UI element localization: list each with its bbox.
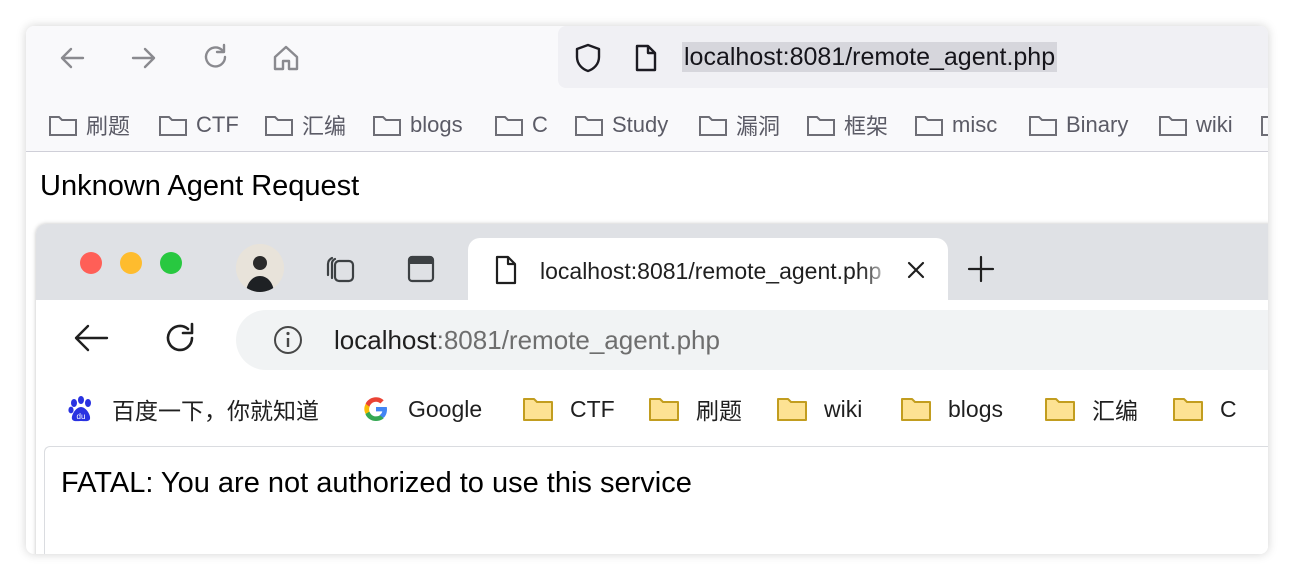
bookmark-folder[interactable]: blogs xyxy=(900,392,1003,426)
outer-bookmark-label: blogs xyxy=(410,112,463,137)
folder-icon xyxy=(495,116,523,136)
page-icon xyxy=(494,254,518,291)
outer-bookmark-item[interactable]: 漏洞 xyxy=(698,108,780,142)
error-message: FATAL: You are not authorized to use thi… xyxy=(61,467,692,499)
back-icon[interactable] xyxy=(54,40,90,76)
folder-icon xyxy=(1173,398,1203,421)
url-host: localhost xyxy=(334,325,437,355)
outer-bookmark-label: misc xyxy=(952,112,998,137)
bookmark-label: Google xyxy=(408,395,483,422)
forward-icon[interactable] xyxy=(126,40,162,76)
inner-toolbar: localhost:8081/remote_agent.php xyxy=(36,300,1268,374)
sidebar-icon[interactable] xyxy=(398,246,444,292)
folder-icon xyxy=(915,116,943,136)
embedded-browser-screenshot: localhost:8081/remote_agent.php localhos xyxy=(36,224,1268,554)
bookmark-label: 刷题 xyxy=(696,398,742,424)
bookmark-label: CTF xyxy=(570,395,615,422)
inner-page-content: FATAL: You are not authorized to use thi… xyxy=(44,446,1268,554)
avatar[interactable] xyxy=(236,244,284,292)
svg-text:du: du xyxy=(77,412,86,421)
outer-bookmark-label: 刷题 xyxy=(86,114,131,139)
folder-icon xyxy=(1029,116,1057,136)
maximize-window-button[interactable] xyxy=(160,252,182,274)
outer-url-bar[interactable]: localhost:8081/remote_agent.php xyxy=(558,26,1268,88)
outer-bookmark-label: Binary xyxy=(1066,112,1129,137)
outer-bookmark-item[interactable]: 框架 xyxy=(806,108,888,142)
bookmark-folder[interactable]: CTF xyxy=(522,392,615,426)
folder-icon xyxy=(1045,398,1075,421)
folder-icon xyxy=(523,398,553,421)
outer-bookmark-label: Study xyxy=(612,112,669,137)
baidu-icon: du xyxy=(68,396,91,422)
inner-omnibox[interactable]: localhost:8081/remote_agent.php xyxy=(236,310,1268,370)
close-window-button[interactable] xyxy=(80,252,102,274)
tab-title: localhost:8081/remote_agent.php xyxy=(540,256,892,286)
page-heading: Unknown Agent Request xyxy=(40,170,360,202)
outer-bookmark-item[interactable]: blogs xyxy=(372,108,463,142)
bookmark-google[interactable]: Google xyxy=(362,392,482,426)
outer-toolbar: localhost:8081/remote_agent.php xyxy=(26,26,1268,88)
folder-icon xyxy=(265,116,293,136)
tab-groups-icon[interactable] xyxy=(318,246,364,292)
reload-icon[interactable] xyxy=(162,320,198,361)
reload-icon[interactable] xyxy=(198,40,234,76)
bookmark-folder[interactable]: 汇编 xyxy=(1044,392,1138,426)
new-tab-icon[interactable] xyxy=(958,246,1004,292)
outer-bookmark-overflow[interactable] xyxy=(1260,108,1268,142)
outer-bookmark-item[interactable]: Binary xyxy=(1028,108,1128,142)
outer-bookmark-label: C xyxy=(532,112,548,137)
bookmark-folder[interactable]: wiki xyxy=(776,392,862,426)
folder-icon xyxy=(1261,116,1268,136)
back-icon[interactable] xyxy=(72,322,110,359)
outer-bookmark-item[interactable]: CTF xyxy=(158,108,239,142)
page-icon[interactable] xyxy=(630,40,662,76)
shield-icon[interactable] xyxy=(572,40,604,76)
outer-browser-window: localhost:8081/remote_agent.php 刷题 CTF 汇… xyxy=(26,26,1268,554)
outer-bookmarks-bar: 刷题 CTF 汇编 blogs C Study 漏洞 框架 misc Binar… xyxy=(26,88,1268,152)
folder-icon xyxy=(777,398,807,421)
folder-icon xyxy=(1159,116,1187,136)
close-tab-icon[interactable] xyxy=(904,258,928,287)
google-icon xyxy=(364,397,387,421)
inner-url-text[interactable]: localhost:8081/remote_agent.php xyxy=(334,324,720,356)
folder-icon xyxy=(699,116,727,136)
folder-icon xyxy=(649,398,679,421)
outer-bookmark-item[interactable]: 汇编 xyxy=(264,108,346,142)
info-icon[interactable] xyxy=(272,324,304,361)
inner-tab-strip: localhost:8081/remote_agent.php xyxy=(36,224,1268,302)
minimize-window-button[interactable] xyxy=(120,252,142,274)
outer-bookmark-item[interactable]: misc xyxy=(914,108,997,142)
outer-bookmark-label: CTF xyxy=(196,112,239,137)
bookmark-label: 百度一下，你就知道 xyxy=(112,398,319,424)
folder-icon xyxy=(373,116,401,136)
outer-bookmark-label: wiki xyxy=(1196,112,1233,137)
folder-icon xyxy=(49,116,77,136)
bookmark-label: 汇编 xyxy=(1092,398,1138,424)
outer-url-text[interactable]: localhost:8081/remote_agent.php xyxy=(682,42,1058,72)
outer-bookmark-item[interactable]: 刷题 xyxy=(48,108,130,142)
outer-bookmark-item[interactable]: wiki xyxy=(1158,108,1233,142)
url-path: :8081/remote_agent.php xyxy=(436,325,720,355)
outer-bookmark-label: 汇编 xyxy=(302,114,347,139)
folder-icon xyxy=(575,116,603,136)
folder-icon xyxy=(807,116,835,136)
outer-bookmark-item[interactable]: Study xyxy=(574,108,668,142)
outer-bookmark-item[interactable]: C xyxy=(494,108,548,142)
folder-icon xyxy=(901,398,931,421)
bookmark-baidu[interactable]: du 百度一下，你就知道 xyxy=(66,392,319,426)
bookmark-label: blogs xyxy=(948,395,1003,422)
bookmark-folder[interactable]: 刷题 xyxy=(648,392,742,426)
inner-bookmarks-bar: du 百度一下，你就知道 Google CTF 刷题 wiki blogs 汇编… xyxy=(36,374,1268,446)
bookmark-label: wiki xyxy=(824,395,863,422)
folder-icon xyxy=(159,116,187,136)
outer-bookmark-label: 框架 xyxy=(844,114,889,139)
bookmark-folder[interactable]: C xyxy=(1172,392,1237,426)
outer-bookmark-label: 漏洞 xyxy=(736,114,781,139)
bookmark-label: C xyxy=(1220,395,1237,422)
home-icon[interactable] xyxy=(268,40,304,76)
active-tab[interactable]: localhost:8081/remote_agent.php xyxy=(468,238,948,302)
